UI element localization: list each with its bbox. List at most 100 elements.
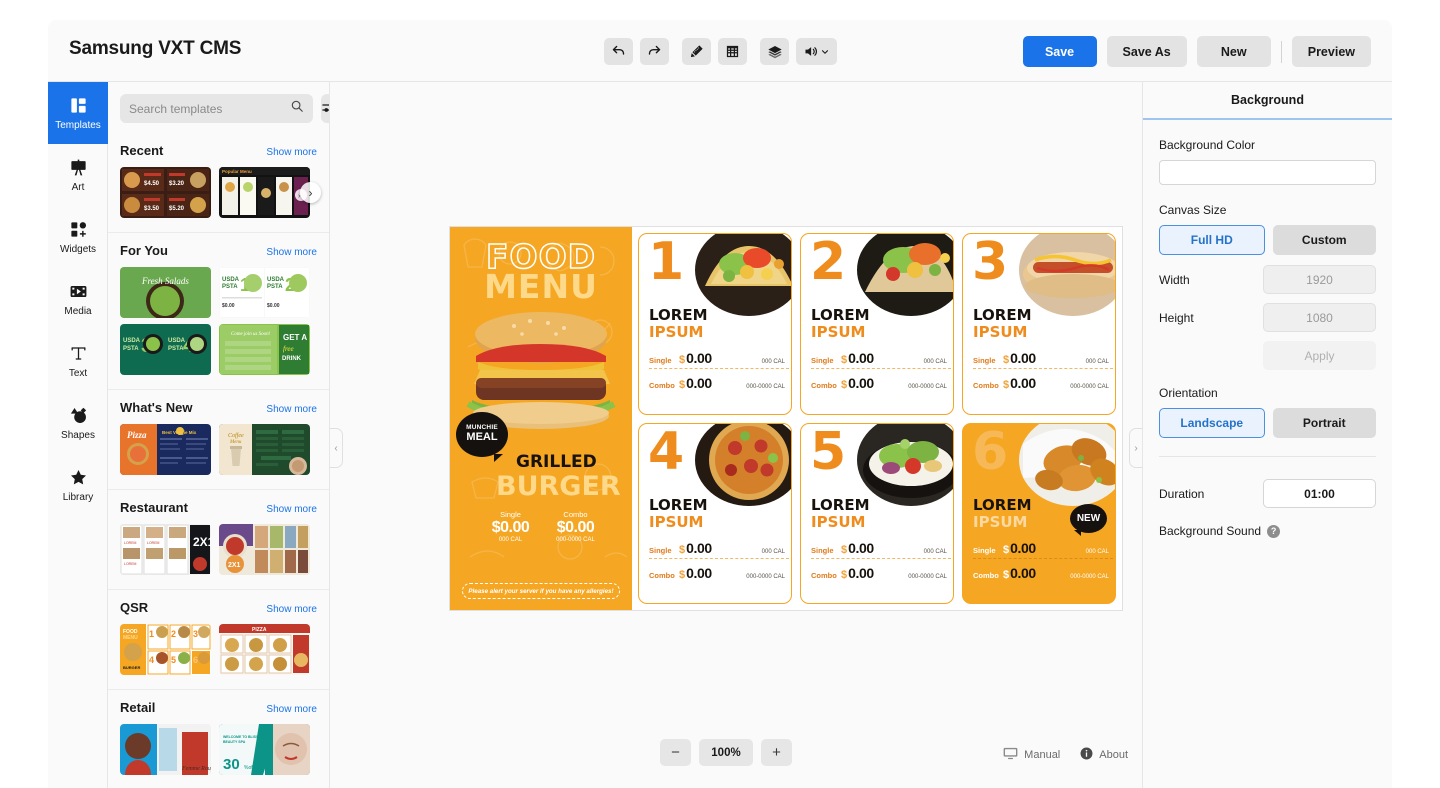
single-calories: 000 CAL (923, 359, 947, 365)
template-thumbnail[interactable]: PIZZA (219, 624, 310, 675)
card-food-photo (695, 423, 791, 506)
redo-icon[interactable] (640, 38, 669, 65)
sidebar-item-media[interactable]: Media (48, 268, 108, 330)
grid-icon[interactable] (718, 38, 747, 65)
menu-card[interactable]: 1 LOREM IPSUM Single $ 0.00 000 CAL Comb… (638, 233, 792, 415)
sidebar-item-widgets[interactable]: Widgets (48, 206, 108, 268)
panel-divider (1159, 456, 1376, 457)
menu-card[interactable]: 2 LOREM IPSUM Single $ 0.00 000 CAL Comb… (800, 233, 954, 415)
section-header: For You Show more (120, 243, 317, 258)
duration-input[interactable]: 01:00 (1263, 479, 1376, 508)
sidebar-item-art[interactable]: Art (48, 144, 108, 206)
show-more-link[interactable]: Show more (266, 247, 317, 258)
card-title-line1: LOREM (973, 495, 1032, 514)
currency-sign: $ (841, 354, 848, 366)
orientation-portrait-button[interactable]: Portrait (1272, 408, 1376, 438)
single-label: Single (811, 545, 834, 555)
svg-text:PSTA: PSTA (168, 346, 184, 352)
template-thumbnail[interactable]: Femme Rouge (120, 724, 211, 775)
apply-row: Apply (1159, 341, 1376, 370)
zoom-out-button[interactable]: − (660, 739, 691, 766)
zoom-in-button[interactable]: + (761, 739, 792, 766)
template-thumbnail[interactable]: Coffee Menu (219, 424, 310, 475)
currency-sign: $ (679, 379, 686, 391)
save-button[interactable]: Save (1022, 36, 1097, 67)
price-divider (973, 368, 1113, 369)
card-price-single: Single $ 0.00 000 CAL (973, 540, 1113, 556)
design-tool-group (682, 38, 747, 65)
template-thumbnail[interactable]: FOOD MENU BURGER 1 2 3 4 5 6 (120, 624, 211, 675)
undo-icon[interactable] (604, 38, 633, 65)
search-input[interactable] (129, 101, 284, 116)
card-title-line2: IPSUM (649, 512, 704, 531)
show-more-link[interactable]: Show more (266, 404, 317, 415)
new-button[interactable]: New (1196, 36, 1271, 67)
search-box[interactable] (120, 94, 313, 123)
save-as-button[interactable]: Save As (1106, 36, 1187, 67)
svg-text:5: 5 (171, 655, 176, 665)
menu-card[interactable]: 3 LOREM IPSUM Single $ 0.00 000 CAL Comb… (962, 233, 1116, 415)
template-thumbnail[interactable]: WELCOME TO BLISSFUL BEAUTY SPA 30 %off (219, 724, 310, 775)
template-thumbnail[interactable]: Come join us Soon! GET A free DRINK (219, 324, 310, 375)
thumbnail-row: LOREM LOREM LOREM 2X1 2X1 (120, 524, 317, 575)
price-divider (649, 557, 789, 559)
sidebar-item-templates[interactable]: Templates (48, 82, 108, 144)
volume-icon[interactable] (796, 38, 837, 65)
background-color-label: Background Color (1159, 138, 1256, 152)
width-input[interactable]: 1920 (1263, 265, 1376, 294)
zoom-level-value[interactable]: 100% (699, 739, 753, 766)
collapse-left-panel-button[interactable]: ‹ (330, 428, 343, 468)
show-more-link[interactable]: Show more (266, 147, 317, 158)
show-more-link[interactable]: Show more (266, 604, 317, 615)
currency-sign: $ (1003, 379, 1010, 391)
template-thumbnail[interactable]: Fresh Salads (120, 267, 211, 318)
template-thumbnail[interactable]: USDAPSTA1$0.00USDAPSTA2$0.00 (219, 267, 310, 318)
duration-row: Duration 01:00 (1159, 479, 1376, 508)
single-label: Single (649, 545, 672, 555)
sidebar-item-library[interactable]: Library (48, 454, 108, 516)
background-color-field[interactable] (1159, 160, 1376, 185)
canvas-size-custom-button[interactable]: Custom (1272, 225, 1376, 255)
template-thumbnail[interactable]: LOREM LOREM LOREM 2X1 (120, 524, 211, 575)
svg-text:1: 1 (149, 629, 154, 639)
section-title: Recent (120, 143, 164, 158)
ruler-pencil-icon[interactable] (682, 38, 711, 65)
templates-panel[interactable]: Recent Show more $4.50 $3.20 $3.50 $5.20 Po… (108, 82, 330, 788)
template-thumbnail[interactable]: USDAPSTA3USDAPSTA4 (120, 324, 211, 375)
single-price: 0.00 (848, 350, 874, 366)
layers-icon[interactable] (760, 38, 789, 65)
collapse-right-panel-button[interactable]: › (1129, 428, 1142, 468)
hero-combo-calories: 000-0000 CAL (556, 537, 595, 543)
canvas-size-full-hd-button[interactable]: Full HD (1159, 225, 1265, 255)
orientation-landscape-button[interactable]: Landscape (1159, 408, 1265, 438)
template-thumbnail[interactable]: 2X1 (219, 524, 310, 575)
svg-text:USDA: USDA (123, 338, 141, 344)
filter-button[interactable] (321, 94, 329, 123)
show-more-link[interactable]: Show more (266, 704, 317, 715)
menu-card[interactable]: 5 LOREM IPSUM Single $ 0.00 000 CAL Comb… (800, 422, 954, 604)
show-more-link[interactable]: Show more (266, 504, 317, 515)
template-thumbnail[interactable]: $4.50 $3.20 $3.50 $5.20 (120, 167, 211, 218)
history-tool-group (604, 38, 669, 65)
apply-button[interactable]: Apply (1263, 341, 1376, 370)
preview-button[interactable]: Preview (1291, 36, 1371, 67)
svg-text:$0.00: $0.00 (267, 303, 280, 309)
hero-price-combo: Combo $0.00 000-0000 CAL (543, 510, 608, 543)
svg-text:PSTA: PSTA (222, 284, 238, 290)
template-thumbnail[interactable]: Popular Menu › (219, 167, 310, 218)
canvas-hero-poster[interactable]: FOOD MENU MUNCHIE MEAL GRILLED BURGER Si… (450, 227, 632, 610)
height-input[interactable]: 1080 (1263, 303, 1376, 332)
menu-card[interactable]: 6 LOREM IPSUM NEW Single $ 0.00 000 CAL (962, 422, 1116, 604)
combo-label: Combo (811, 381, 837, 390)
manual-link[interactable]: Manual (1003, 747, 1060, 763)
help-icon[interactable]: ? (1267, 524, 1281, 538)
carousel-next-button[interactable]: › (300, 182, 321, 203)
sidebar-item-text[interactable]: Text (48, 330, 108, 392)
menu-card[interactable]: 4 LOREM IPSUM Single $ 0.00 000 CAL Comb… (638, 422, 792, 604)
thumbnail-row: Femme Rouge WELCOME TO BLISSFULBEAUTY SP… (120, 724, 317, 775)
template-thumbnail[interactable]: Pizza Best Veggie Mix (120, 424, 211, 475)
about-link[interactable]: About (1080, 747, 1128, 763)
design-canvas[interactable]: FOOD MENU MUNCHIE MEAL GRILLED BURGER Si… (450, 227, 1122, 610)
sidebar-item-shapes[interactable]: Shapes (48, 392, 108, 454)
sidebar-item-label: Media (64, 305, 92, 317)
